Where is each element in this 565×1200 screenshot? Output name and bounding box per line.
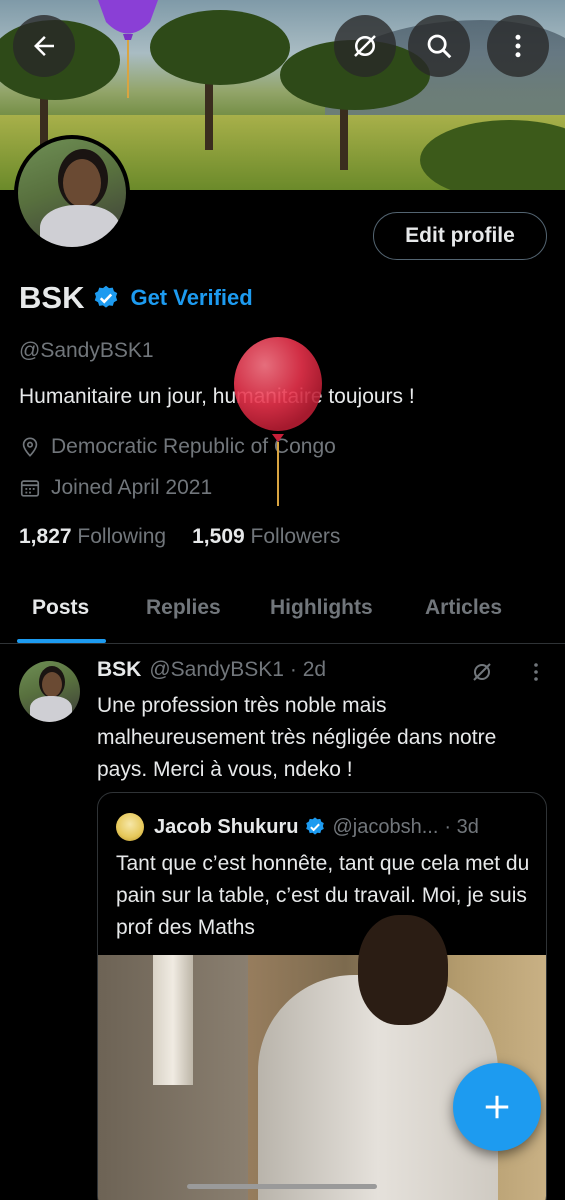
avatar-face — [63, 159, 101, 207]
following-link[interactable]: 1,827 Following — [19, 525, 166, 549]
search-icon — [427, 34, 452, 59]
location-text: Democratic Republic of Congo — [51, 435, 336, 458]
edit-profile-button[interactable]: Edit profile — [373, 212, 547, 260]
banner-tree — [150, 10, 290, 85]
get-verified-link[interactable]: Get Verified — [130, 285, 252, 311]
image-pole — [153, 955, 193, 1085]
profile-bio: Humanitaire un jour, humanitaire toujour… — [19, 385, 415, 408]
joined-text: Joined April 2021 — [51, 476, 213, 499]
balloon-decoration — [98, 0, 158, 98]
more-button[interactable] — [487, 15, 549, 77]
profile-handle: @SandyBSK1 — [19, 339, 154, 362]
active-tab-indicator — [17, 639, 106, 643]
post-text: Une profession très noble mais malheureu… — [97, 694, 497, 781]
avatar-face — [42, 672, 62, 697]
profile-joined: Joined April 2021 — [19, 476, 212, 500]
location-pin-icon — [22, 437, 38, 457]
quoted-post-header: Jacob Shukuru @jacobsh... · 3d — [116, 813, 479, 841]
profile-name-row: BSK Get Verified — [19, 280, 253, 316]
following-count: 1,827 — [19, 525, 72, 548]
post-header: BSK @SandyBSK1 · 2d — [97, 658, 326, 682]
followers-label: Followers — [250, 525, 341, 548]
more-vertical-icon — [515, 34, 521, 58]
profile-tabs: Posts Replies Highlights Articles — [0, 580, 565, 644]
tab-replies[interactable]: Replies — [146, 596, 221, 620]
post-author-name[interactable]: BSK — [97, 658, 141, 682]
followers-count: 1,509 — [192, 525, 245, 548]
profile-name: BSK — [19, 280, 85, 315]
grok-icon[interactable] — [470, 660, 494, 684]
quoted-author-handle: @jacobsh... — [332, 815, 439, 838]
verified-badge-icon — [306, 817, 325, 835]
calendar-icon — [20, 480, 40, 497]
more-vertical-icon[interactable] — [526, 660, 546, 684]
back-button[interactable] — [13, 15, 75, 77]
post-author-avatar[interactable] — [19, 661, 80, 722]
balloon-decoration — [234, 337, 322, 506]
followers-link[interactable]: 1,509 Followers — [192, 525, 340, 549]
home-indicator[interactable] — [187, 1184, 377, 1189]
tab-articles[interactable]: Articles — [425, 596, 502, 620]
quoted-post-time: · 3d — [444, 815, 479, 838]
avatar-clothing — [40, 205, 120, 247]
search-button[interactable] — [408, 15, 470, 77]
quoted-post-text: Tant que c’est honnête, tant que cela me… — [116, 852, 530, 939]
compose-post-button[interactable] — [453, 1063, 541, 1151]
post-time: · 2d — [289, 658, 327, 681]
profile-location: Democratic Republic of Congo — [19, 435, 336, 459]
verified-badge-icon — [95, 285, 118, 308]
plus-icon — [485, 1095, 509, 1119]
image-person-head — [358, 915, 448, 1025]
arrow-left-icon — [34, 36, 54, 56]
quoted-author-avatar — [116, 813, 144, 841]
post-author-handle: @SandyBSK1 — [149, 658, 284, 681]
grok-button[interactable] — [334, 15, 396, 77]
avatar-clothing — [30, 696, 72, 722]
tab-highlights[interactable]: Highlights — [270, 596, 373, 620]
quoted-author-name: Jacob Shukuru — [154, 815, 299, 838]
grok-icon — [354, 35, 376, 57]
tab-posts[interactable]: Posts — [32, 596, 89, 620]
profile-stats: 1,827 Following 1,509 Followers — [19, 525, 340, 549]
profile-avatar[interactable] — [14, 135, 130, 251]
following-label: Following — [77, 525, 167, 548]
